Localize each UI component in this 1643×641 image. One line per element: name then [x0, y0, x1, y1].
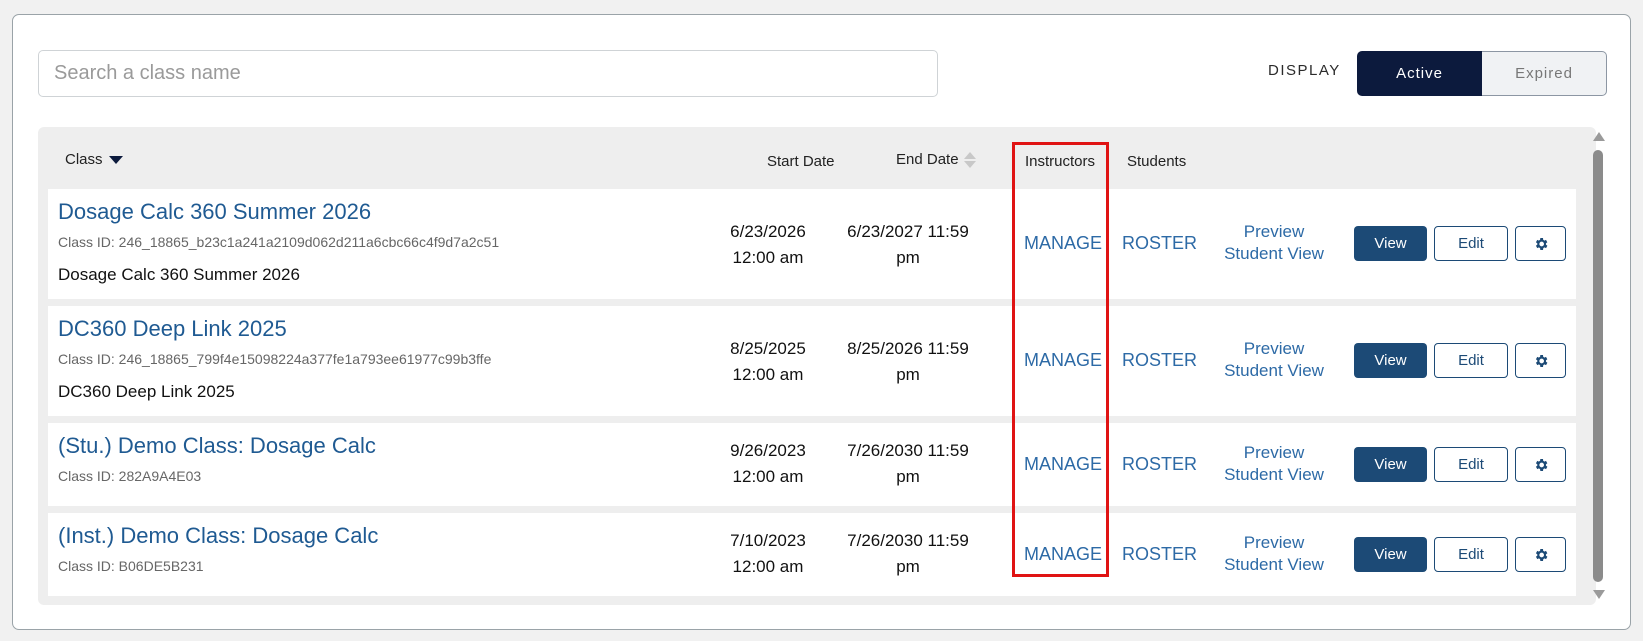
- edit-button[interactable]: Edit: [1434, 226, 1508, 261]
- end-date-day: 6/23/2027 11:59: [847, 222, 969, 241]
- class-name-link[interactable]: (Stu.) Demo Class: Dosage Calc: [58, 433, 376, 459]
- view-button[interactable]: View: [1354, 447, 1427, 482]
- student-roster-link[interactable]: ROSTER: [1122, 233, 1197, 254]
- student-view-label: Student View: [1224, 555, 1324, 574]
- class-name-link[interactable]: (Inst.) Demo Class: Dosage Calc: [58, 523, 378, 549]
- start-date-day: 7/10/2023: [730, 531, 806, 550]
- preview-label: Preview: [1243, 533, 1305, 552]
- end-date: 8/25/2026 11:59 pm: [838, 336, 978, 388]
- table-scrollbar[interactable]: [1590, 130, 1606, 605]
- manage-instructors-link[interactable]: MANAGE: [1024, 233, 1102, 254]
- active-toggle-button[interactable]: Active: [1357, 51, 1482, 96]
- class-id: Class ID: 282A9A4E03: [58, 468, 202, 484]
- classes-table: Class Start Date End Date Instructors St…: [38, 127, 1596, 605]
- gear-icon: [1535, 548, 1547, 561]
- table-row: Dosage Calc 360 Summer 2026 Class ID: 24…: [48, 189, 1576, 299]
- instructors-column-header: Instructors: [1025, 153, 1096, 170]
- settings-button[interactable]: [1515, 226, 1566, 261]
- start-date-day: 9/26/2023: [730, 441, 806, 460]
- edit-button[interactable]: Edit: [1434, 537, 1508, 572]
- manage-instructors-link[interactable]: MANAGE: [1024, 350, 1102, 371]
- class-id: Class ID: 246_18865_b23c1a241a2109d062d2…: [58, 234, 500, 250]
- edit-button[interactable]: Edit: [1434, 447, 1508, 482]
- class-name-link[interactable]: DC360 Deep Link 2025: [58, 316, 287, 342]
- preview-student-view-link[interactable]: Preview Student View: [1214, 532, 1334, 576]
- view-button[interactable]: View: [1354, 537, 1427, 572]
- students-column-header: Students: [1127, 153, 1187, 170]
- end-date-day: 7/26/2030 11:59: [847, 441, 969, 460]
- class-id: Class ID: B06DE5B231: [58, 558, 204, 574]
- preview-student-view-link[interactable]: Preview Student View: [1214, 338, 1334, 382]
- start-date: 6/23/2026 12:00 am: [718, 219, 818, 271]
- table-row: (Inst.) Demo Class: Dosage Calc Class ID…: [48, 513, 1576, 596]
- settings-button[interactable]: [1515, 343, 1566, 378]
- preview-student-view-link[interactable]: Preview Student View: [1214, 442, 1334, 486]
- preview-student-view-link[interactable]: Preview Student View: [1214, 221, 1334, 265]
- view-button[interactable]: View: [1354, 226, 1427, 261]
- class-search-input[interactable]: [38, 50, 938, 97]
- preview-label: Preview: [1243, 339, 1305, 358]
- scroll-up-arrow-icon[interactable]: [1593, 132, 1605, 141]
- manage-instructors-link[interactable]: MANAGE: [1024, 544, 1102, 565]
- expired-toggle-button[interactable]: Expired: [1482, 51, 1607, 96]
- student-view-label: Student View: [1224, 244, 1324, 263]
- student-view-label: Student View: [1224, 465, 1324, 484]
- start-date-day: 8/25/2025: [730, 339, 806, 358]
- scroll-thumb[interactable]: [1593, 150, 1603, 582]
- sort-desc-icon: [108, 156, 123, 165]
- class-column-header[interactable]: Class: [65, 151, 123, 168]
- display-label: DISPLAY: [1268, 62, 1341, 79]
- edit-button[interactable]: Edit: [1434, 343, 1508, 378]
- end-date-time: pm: [896, 557, 920, 576]
- end-date-time: pm: [896, 248, 920, 267]
- class-description: DC360 Deep Link 2025: [58, 382, 235, 401]
- table-row: DC360 Deep Link 2025 Class ID: 246_18865…: [48, 306, 1576, 416]
- end-date-time: pm: [896, 467, 920, 486]
- gear-icon: [1535, 354, 1547, 367]
- end-date: 7/26/2030 11:59 pm: [838, 438, 978, 490]
- student-roster-link[interactable]: ROSTER: [1122, 454, 1197, 475]
- class-column-label: Class: [65, 151, 103, 168]
- end-date-column-label: End Date: [896, 151, 959, 168]
- start-date-time: 12:00 am: [732, 467, 804, 486]
- sort-icon: [963, 152, 976, 169]
- class-id: Class ID: 246_18865_799f4e15098224a377fe…: [58, 351, 492, 367]
- gear-icon: [1535, 458, 1547, 471]
- end-date-day: 8/25/2026 11:59: [847, 339, 969, 358]
- start-date-column-header: Start Date: [767, 153, 835, 170]
- class-name-link[interactable]: Dosage Calc 360 Summer 2026: [58, 199, 371, 225]
- table-row: (Stu.) Demo Class: Dosage Calc Class ID:…: [48, 423, 1576, 506]
- start-date: 9/26/2023 12:00 am: [718, 438, 818, 490]
- preview-label: Preview: [1243, 443, 1305, 462]
- view-button[interactable]: View: [1354, 343, 1427, 378]
- start-date-time: 12:00 am: [732, 248, 804, 267]
- end-date-day: 7/26/2030 11:59: [847, 531, 969, 550]
- manage-instructors-link[interactable]: MANAGE: [1024, 454, 1102, 475]
- student-roster-link[interactable]: ROSTER: [1122, 350, 1197, 371]
- end-date: 7/26/2030 11:59 pm: [838, 528, 978, 580]
- start-date: 7/10/2023 12:00 am: [718, 528, 818, 580]
- start-date-day: 6/23/2026: [730, 222, 806, 241]
- start-date-time: 12:00 am: [732, 365, 804, 384]
- end-date-time: pm: [896, 365, 920, 384]
- gear-icon: [1535, 237, 1547, 250]
- student-roster-link[interactable]: ROSTER: [1122, 544, 1197, 565]
- end-date-column-header[interactable]: End Date: [896, 151, 976, 169]
- student-view-label: Student View: [1224, 361, 1324, 380]
- settings-button[interactable]: [1515, 447, 1566, 482]
- preview-label: Preview: [1243, 222, 1305, 241]
- class-description: Dosage Calc 360 Summer 2026: [58, 265, 300, 284]
- end-date: 6/23/2027 11:59 pm: [838, 219, 978, 271]
- scroll-down-arrow-icon[interactable]: [1593, 590, 1605, 599]
- start-date-time: 12:00 am: [732, 557, 804, 576]
- start-date: 8/25/2025 12:00 am: [718, 336, 818, 388]
- display-toggle: Active Expired: [1357, 51, 1607, 96]
- settings-button[interactable]: [1515, 537, 1566, 572]
